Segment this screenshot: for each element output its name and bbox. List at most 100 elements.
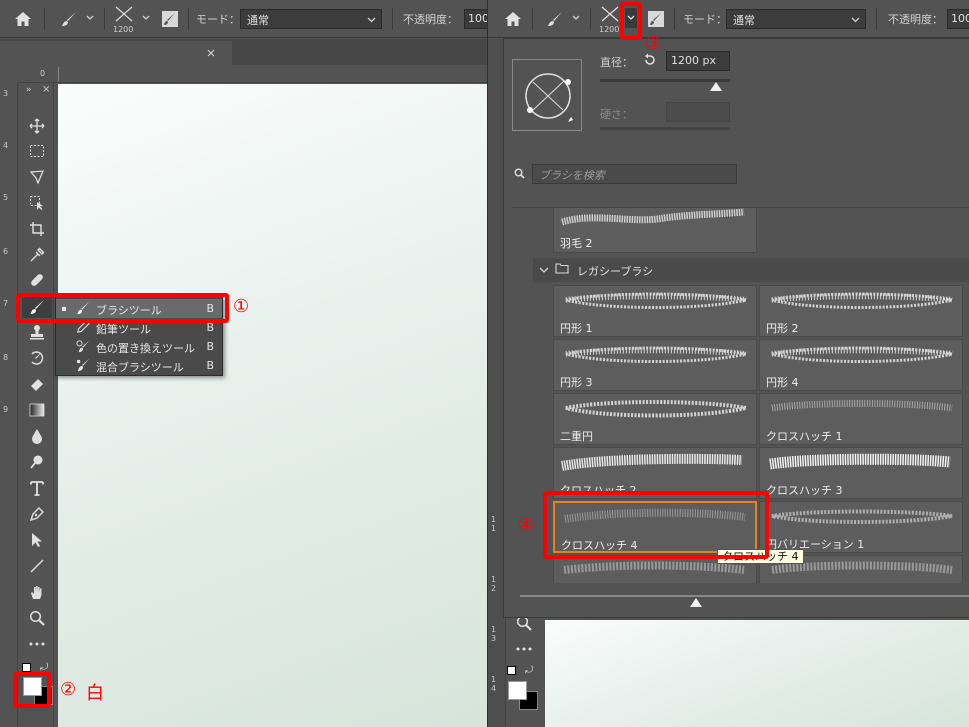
flyout-item-label: 鉛筆ツール [96,323,151,336]
document-tab[interactable] [0,41,232,65]
zoom-tool[interactable] [22,607,52,629]
brush-item-enkei-4[interactable]: 円形 4 [759,339,963,391]
brush-item-en-variation-1[interactable]: 円バリエーション 1 [759,501,963,553]
healing-brush-tool[interactable] [22,269,52,291]
separator [532,8,533,30]
annotation-step-3: ③ [645,33,662,54]
ruler-mark: 1 2 [491,575,497,593]
mode-select[interactable]: 通常 [240,9,382,29]
foreground-color-swatch[interactable] [508,681,527,700]
brush-size-value: 1200 [113,25,134,34]
mode-select-value: 通常 [733,14,755,27]
brush-name: 円形 2 [766,322,799,335]
object-selection-tool[interactable] [22,192,52,214]
folder-icon [555,263,569,277]
ruler-mark: 3 [3,89,9,98]
brush-search-input[interactable]: ブラシを検索 [532,164,737,184]
blur-tool[interactable] [22,425,52,447]
right-photoshop-window: 1200 モード： 通常 不透明度： 100 1 1 1 2 1 3 1 4 ⤾ [487,0,969,727]
gradient-tool[interactable] [22,399,52,421]
ruler-mark: 4 [3,141,9,150]
diameter-slider-thumb[interactable] [710,82,722,91]
type-tool[interactable] [22,477,52,499]
more-tools-icon[interactable] [509,638,539,660]
mixer-brush-icon [76,358,90,375]
default-colors-icon[interactable] [22,663,31,672]
opacity-input[interactable]: 100 [464,9,487,29]
brush-group-legacy[interactable]: レガシーブラシ [533,258,969,282]
brush-cell-empty [758,208,969,253]
brush-tool-preset-icon[interactable] [58,8,80,30]
hardness-slider-track[interactable] [600,127,730,130]
swap-colors-icon[interactable]: ⤾ [525,665,533,676]
left-photoshop-window: 1200 モード： 通常 不透明度： 100 0 3 4 5 6 7 8 9 »… [0,0,487,727]
pen-tool[interactable] [22,503,52,525]
chevron-down-icon [367,13,376,26]
diameter-label: 直径： [600,56,633,69]
brush-settings-panel-icon[interactable] [646,9,666,29]
brush-item-enkei-1[interactable]: 円形 1 [553,285,757,337]
ruler-zero: 0 [40,69,46,78]
brush-item-enkei-2[interactable]: 円形 2 [759,285,963,337]
highlight-foreground-color [13,672,51,708]
highlight-brush-picker-toggle [620,2,642,40]
brush-tip-preview [512,59,582,131]
ruler-mark: 1 1 [491,515,497,533]
color-replacement-icon [76,339,90,356]
preview-size-slider-thumb[interactable] [690,598,702,607]
more-tools-icon[interactable] [22,633,52,655]
ruler-mark: 1 4 [491,675,497,693]
history-brush-tool[interactable] [22,347,52,369]
annotation-step-2: ② [60,679,77,700]
opacity-input[interactable]: 100 [947,9,969,29]
options-bar: 1200 モード： 通常 不透明度： 100 [488,0,969,38]
clone-stamp-tool[interactable] [22,321,52,343]
eraser-tool[interactable] [22,373,52,395]
panel-collapse-icon[interactable]: » [26,85,32,95]
separator [590,8,591,30]
default-colors-icon[interactable] [507,666,516,675]
crop-tool[interactable] [22,218,52,240]
brush-item-nijuen[interactable]: 二重円 [553,393,757,445]
dodge-tool[interactable] [22,451,52,473]
home-icon[interactable] [12,8,34,30]
home-icon[interactable] [502,8,524,30]
diameter-input[interactable]: 1200 px [666,51,730,71]
brush-item-hane-2[interactable]: 羽毛 2 [553,208,757,253]
close-icon[interactable]: × [42,84,50,95]
reset-icon[interactable] [642,52,658,68]
marquee-tool[interactable] [22,140,52,162]
highlight-brush-tool [16,293,229,323]
move-tool[interactable] [22,115,52,137]
opacity-label: 不透明度： [888,13,943,26]
brush-settings-panel-icon[interactable] [160,9,180,29]
annotation-step-4: ④ [518,515,535,536]
preview-size-slider-track[interactable] [520,595,969,597]
chevron-down-icon[interactable] [570,12,582,24]
path-selection-tool[interactable] [22,529,52,551]
brush-size-value: 1200 [599,25,620,34]
flyout-item-mixer-brush-tool[interactable]: 混合ブラシツール B [56,356,222,375]
eyedropper-tool[interactable] [22,244,52,266]
flyout-item-color-replacement-tool[interactable]: 色の置き換えツール B [56,337,222,356]
document-canvas[interactable] [58,84,487,727]
lasso-tool[interactable] [22,166,52,188]
brush-item-crosshatch-3[interactable]: クロスハッチ 3 [759,447,963,499]
hand-tool[interactable] [22,581,52,603]
brush-size-icon[interactable] [113,4,135,24]
brush-size-icon[interactable] [599,4,621,24]
mode-select[interactable]: 通常 [726,9,866,29]
hardness-input[interactable] [666,102,730,122]
ruler-mark: 9 [3,405,9,414]
brush-item-enkei-3[interactable]: 円形 3 [553,339,757,391]
close-icon[interactable] [204,46,218,60]
flyout-item-shortcut: B [206,359,214,372]
brush-tool-preset-icon[interactable] [544,8,566,30]
chevron-down-icon[interactable] [140,12,152,24]
line-tool[interactable] [22,555,52,577]
ruler-tick [58,67,59,81]
ruler-mark: 8 [3,353,9,362]
chevron-down-icon[interactable] [84,12,96,24]
document-canvas[interactable] [545,620,969,727]
brush-item-crosshatch-1[interactable]: クロスハッチ 1 [759,393,963,445]
